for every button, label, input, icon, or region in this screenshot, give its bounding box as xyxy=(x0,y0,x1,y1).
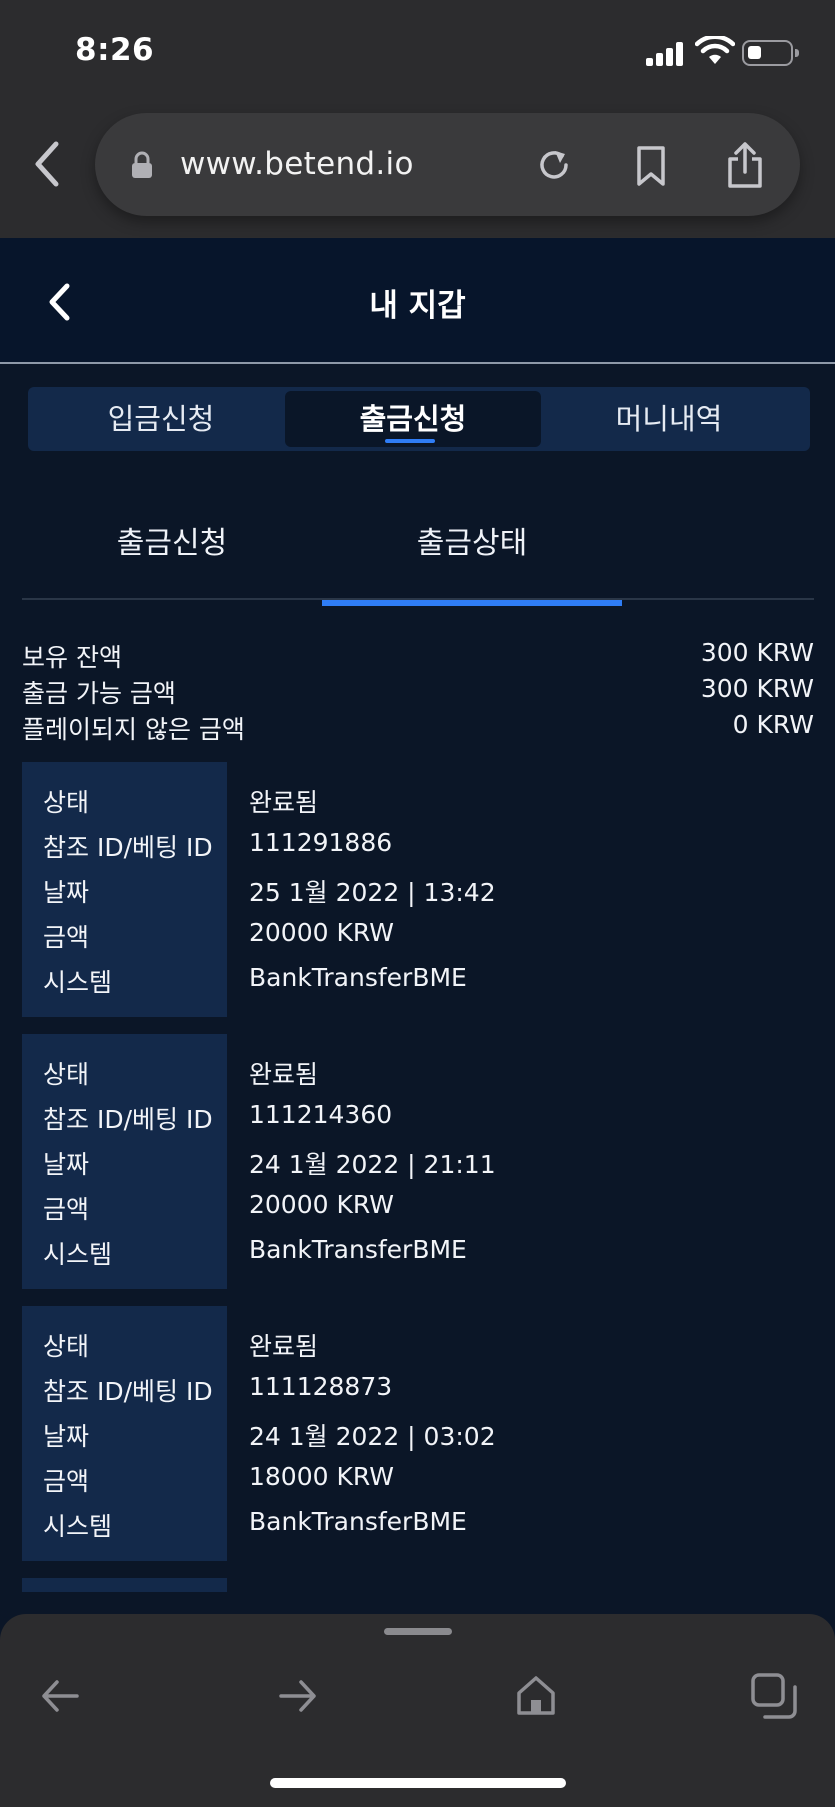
date-value: 24 1월 2022 | 21:11 xyxy=(249,1150,496,1179)
system-value: BankTransferBME xyxy=(249,963,467,992)
system-row: 시스템 BankTransferBME xyxy=(22,1229,814,1274)
wifi-icon xyxy=(695,36,735,64)
active-subtab-indicator xyxy=(322,600,622,606)
date-value: 24 1월 2022 | 03:02 xyxy=(249,1422,496,1451)
balance-label: 보유 잔액 xyxy=(22,643,122,672)
amount-key: 금액 xyxy=(43,923,90,952)
withdrawal-card: 상태 완료됨 참조 ID/베팅 ID 111291886 날짜 25 1월 20… xyxy=(22,762,814,1017)
status-row: 상태 완료됨 xyxy=(22,1049,814,1094)
system-value: BankTransferBME xyxy=(249,1235,467,1264)
amount-row: 금액 20000 KRW xyxy=(22,912,814,957)
unplayed-value: 0 KRW xyxy=(732,710,814,739)
browser-toolbar xyxy=(0,1614,835,1807)
back-arrow-icon[interactable] xyxy=(40,1678,80,1714)
ref-id-value: 111128873 xyxy=(249,1372,393,1401)
app-header: 내 지갑 xyxy=(0,238,835,364)
status-time: 8:26 xyxy=(75,32,155,68)
date-value: 25 1월 2022 | 13:42 xyxy=(249,878,496,907)
status-value: 완료됨 xyxy=(249,1332,319,1361)
status-key: 상태 xyxy=(43,1332,90,1361)
active-tab-indicator xyxy=(385,439,435,443)
amount-row: 금액 20000 KRW xyxy=(22,1184,814,1229)
withdrawable-value: 300 KRW xyxy=(700,674,814,703)
home-icon[interactable] xyxy=(515,1674,557,1716)
ref-id-value: 111291886 xyxy=(249,828,393,857)
address-bar[interactable]: www.betend.io xyxy=(95,113,800,216)
date-row: 날짜 24 1월 2022 | 21:11 xyxy=(22,1139,814,1184)
withdrawable-label: 출금 가능 금액 xyxy=(22,679,176,708)
ref-id-row: 참조 ID/베팅 ID 111128873 xyxy=(22,1366,814,1411)
share-icon[interactable] xyxy=(725,141,765,189)
browser-chrome: 8:26 www.betend.io xyxy=(0,0,835,238)
ref-id-key: 참조 ID/베팅 ID xyxy=(43,1105,213,1134)
amount-value: 20000 KRW xyxy=(249,918,394,947)
withdrawable-row: 출금 가능 금액 300 KRW xyxy=(22,674,814,710)
tab-withdraw-label: 출금신청 xyxy=(359,402,467,436)
status-key: 상태 xyxy=(43,788,90,817)
amount-row: 금액 18000 KRW xyxy=(22,1456,814,1501)
balance-summary: 보유 잔액 300 KRW 출금 가능 금액 300 KRW 플레이되지 않은 … xyxy=(22,638,814,746)
subtab-withdraw-status-label: 출금상태 xyxy=(416,526,528,561)
balance-row: 보유 잔액 300 KRW xyxy=(22,638,814,674)
subtab-withdraw-status[interactable]: 출금상태 xyxy=(322,518,622,606)
browser-back-chevron-icon[interactable] xyxy=(30,140,64,188)
date-key: 날짜 xyxy=(43,1150,90,1179)
tab-deposit[interactable]: 입금신청 xyxy=(33,391,289,447)
subtab-withdraw-request[interactable]: 출금신청 xyxy=(22,518,322,562)
status-key: 상태 xyxy=(43,1060,90,1089)
status-row: 상태 완료됨 xyxy=(22,777,814,822)
cellular-signal-icon xyxy=(646,42,686,66)
balance-value: 300 KRW xyxy=(700,638,814,667)
drag-handle[interactable] xyxy=(384,1628,452,1635)
system-key: 시스템 xyxy=(43,1240,113,1269)
date-row: 날짜 24 1월 2022 | 03:02 xyxy=(22,1411,814,1456)
amount-value: 18000 KRW xyxy=(249,1462,394,1491)
url-text[interactable]: www.betend.io xyxy=(180,146,414,182)
status-row: 상태 완료됨 xyxy=(22,1321,814,1366)
withdrawal-card: 상태 완료됨 참조 ID/베팅 ID 111214360 날짜 24 1월 20… xyxy=(22,1034,814,1289)
withdrawal-history-list: 상태 완료됨 참조 ID/베팅 ID 111291886 날짜 25 1월 20… xyxy=(22,762,814,1578)
system-value: BankTransferBME xyxy=(249,1507,467,1536)
status-value: 완료됨 xyxy=(249,788,319,817)
ref-id-key: 참조 ID/베팅 ID xyxy=(43,1377,213,1406)
date-key: 날짜 xyxy=(43,878,90,907)
status-value: 완료됨 xyxy=(249,1060,319,1089)
system-key: 시스템 xyxy=(43,968,113,997)
date-row: 날짜 25 1월 2022 | 13:42 xyxy=(22,867,814,912)
date-key: 날짜 xyxy=(43,1422,90,1451)
ref-id-row: 참조 ID/베팅 ID 111291886 xyxy=(22,822,814,867)
page-title: 내 지갑 xyxy=(369,288,466,324)
partially-visible-card xyxy=(22,1578,227,1592)
tab-withdraw[interactable]: 출금신청 xyxy=(285,391,541,447)
amount-key: 금액 xyxy=(43,1467,90,1496)
ref-id-value: 111214360 xyxy=(249,1100,393,1129)
battery-icon xyxy=(742,40,799,66)
amount-key: 금액 xyxy=(43,1195,90,1224)
forward-arrow-icon[interactable] xyxy=(278,1678,318,1714)
home-indicator xyxy=(270,1778,566,1788)
reload-icon[interactable] xyxy=(535,146,573,184)
amount-value: 20000 KRW xyxy=(249,1190,394,1219)
wallet-main-tabs: 입금신청 출금신청 머니내역 xyxy=(28,387,810,451)
system-row: 시스템 BankTransferBME xyxy=(22,1501,814,1546)
lock-icon xyxy=(132,151,152,178)
system-row: 시스템 BankTransferBME xyxy=(22,957,814,1002)
tab-money-history[interactable]: 머니내역 xyxy=(541,391,797,447)
ref-id-row: 참조 ID/베팅 ID 111214360 xyxy=(22,1094,814,1139)
ref-id-key: 참조 ID/베팅 ID xyxy=(43,833,213,862)
bookmark-icon[interactable] xyxy=(635,145,667,187)
withdrawal-card: 상태 완료됨 참조 ID/베팅 ID 111128873 날짜 24 1월 20… xyxy=(22,1306,814,1561)
unplayed-label: 플레이되지 않은 금액 xyxy=(22,715,245,744)
tabs-overview-icon[interactable] xyxy=(750,1672,798,1720)
system-key: 시스템 xyxy=(43,1512,113,1541)
unplayed-row: 플레이되지 않은 금액 0 KRW xyxy=(22,710,814,746)
withdraw-sub-tabs: 출금신청 출금상태 xyxy=(22,510,814,606)
